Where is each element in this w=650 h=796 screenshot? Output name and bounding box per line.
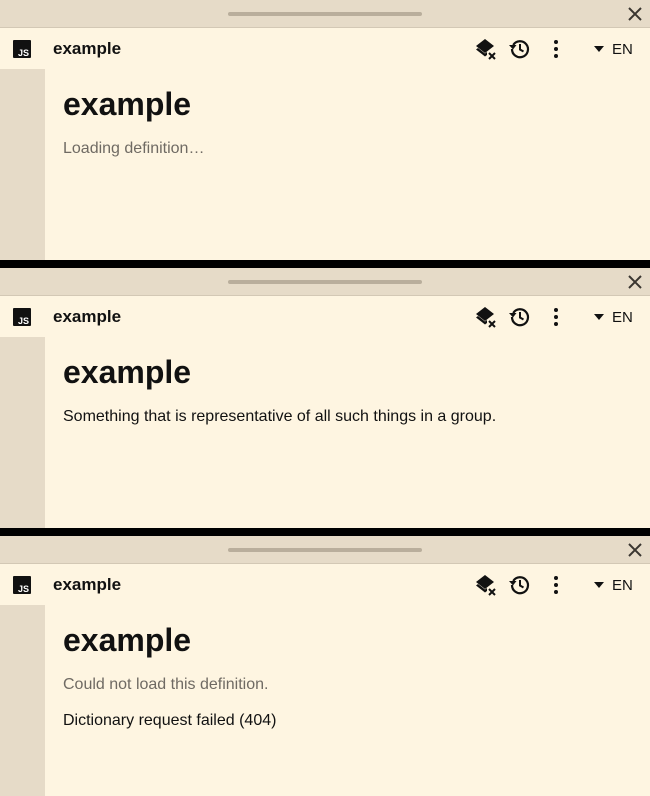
layers-clear-icon [476, 307, 496, 328]
entry-content: example Could not load this definition. … [63, 621, 623, 731]
headword: example [63, 354, 192, 390]
caret-down-icon [594, 582, 604, 588]
more-vert-icon [554, 308, 558, 326]
clear-button[interactable] [472, 572, 498, 598]
lookup-panel-error: JS example EN example Could not load thi… [0, 536, 650, 796]
toolbar: JS example EN [0, 564, 650, 604]
toolbar-title: example [53, 307, 122, 326]
more-vert-icon [554, 40, 558, 58]
caret-down-icon [594, 46, 604, 52]
close-icon [628, 7, 642, 21]
clear-button[interactable] [472, 36, 498, 62]
history-button[interactable] [507, 572, 533, 598]
app-logo-icon: JS [13, 40, 31, 58]
close-button[interactable] [624, 539, 646, 561]
more-button[interactable] [543, 36, 569, 62]
more-vert-icon [554, 576, 558, 594]
close-button[interactable] [624, 3, 646, 25]
language-select[interactable]: EN [594, 576, 633, 594]
side-strip [0, 69, 45, 260]
close-icon [628, 543, 642, 557]
history-icon [509, 576, 530, 595]
side-strip [0, 337, 45, 528]
app-logo-text: JS [17, 584, 29, 594]
app-logo-icon: JS [13, 308, 31, 326]
language-select[interactable]: EN [594, 40, 633, 58]
side-strip [0, 605, 45, 796]
caret-down-icon [594, 314, 604, 320]
headword: example [63, 86, 192, 122]
language-label: EN [612, 308, 633, 326]
app-logo-text: JS [17, 48, 29, 58]
close-icon [628, 275, 642, 289]
layers-clear-icon [476, 39, 496, 60]
language-label: EN [612, 40, 633, 58]
toolbar-title: example [53, 575, 122, 594]
layers-clear-icon [476, 575, 496, 596]
lookup-panel-loading: JS example EN example Loading definition… [0, 0, 650, 260]
drag-handle[interactable] [228, 548, 422, 552]
close-button[interactable] [624, 271, 646, 293]
headword: example [63, 622, 192, 658]
more-button[interactable] [543, 304, 569, 330]
toolbar-title: example [53, 39, 122, 58]
more-button[interactable] [543, 572, 569, 598]
loading-status: Loading definition… [63, 140, 205, 157]
language-select[interactable]: EN [594, 308, 633, 326]
history-icon [509, 308, 530, 327]
drag-handle[interactable] [228, 280, 422, 284]
language-label: EN [612, 576, 633, 594]
toolbar: JS example EN [0, 28, 650, 68]
history-button[interactable] [507, 36, 533, 62]
clear-button[interactable] [472, 304, 498, 330]
app-logo-text: JS [17, 316, 29, 326]
drag-bar[interactable] [0, 268, 650, 296]
history-icon [509, 40, 530, 59]
toolbar: JS example EN [0, 296, 650, 336]
drag-bar[interactable] [0, 536, 650, 564]
error-detail: Dictionary request failed (404) [63, 712, 277, 729]
lookup-panel-loaded: JS example EN example Something that is … [0, 268, 650, 528]
error-status: Could not load this definition. [63, 676, 269, 693]
entry-content: example Loading definition… [63, 85, 623, 159]
history-button[interactable] [507, 304, 533, 330]
drag-handle[interactable] [228, 12, 422, 16]
definition-text: Something that is representative of all … [63, 408, 497, 425]
app-logo-icon: JS [13, 576, 31, 594]
drag-bar[interactable] [0, 0, 650, 28]
entry-content: example Something that is representative… [63, 353, 623, 427]
